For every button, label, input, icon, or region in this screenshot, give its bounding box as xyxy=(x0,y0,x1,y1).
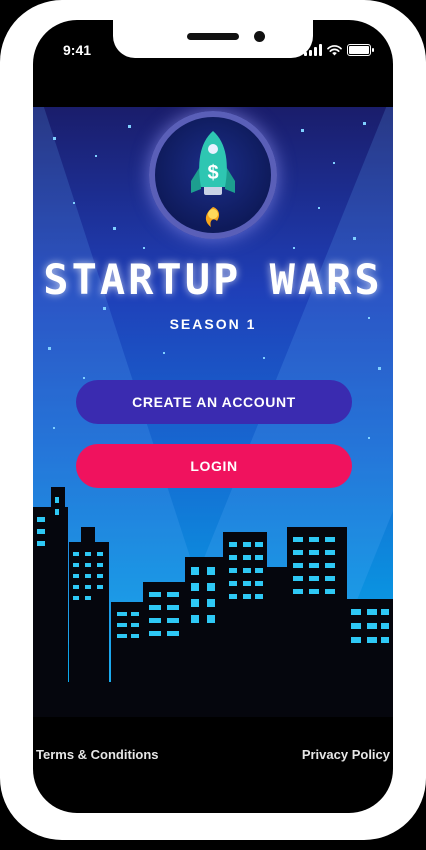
svg-text:$: $ xyxy=(207,162,218,184)
terms-conditions-link[interactable]: Terms & Conditions xyxy=(36,747,159,762)
app-screen: 9:41 $ STARTUP WARS SEASON 1 CREATE AN A… xyxy=(33,20,393,813)
device-notch xyxy=(113,20,313,58)
hero-background: $ STARTUP WARS SEASON 1 CREATE AN ACCOUN… xyxy=(33,107,393,717)
wifi-icon xyxy=(327,45,342,56)
login-button[interactable]: LOGIN xyxy=(76,444,352,488)
status-icons xyxy=(304,42,374,56)
front-camera xyxy=(254,31,265,42)
app-title: STARTUP WARS xyxy=(43,255,383,304)
app-subtitle: SEASON 1 xyxy=(169,316,257,332)
privacy-policy-link[interactable]: Privacy Policy xyxy=(302,747,390,762)
app-logo: $ xyxy=(149,111,277,239)
city-skyline xyxy=(33,487,393,717)
create-account-button[interactable]: CREATE AN ACCOUNT xyxy=(76,380,352,424)
rocket-dollar-icon: $ xyxy=(191,131,235,227)
status-time: 9:41 xyxy=(63,42,92,58)
speaker-grille xyxy=(187,33,239,40)
battery-icon xyxy=(347,44,374,56)
phone-frame: 9:41 $ STARTUP WARS SEASON 1 CREATE AN A… xyxy=(0,0,426,840)
